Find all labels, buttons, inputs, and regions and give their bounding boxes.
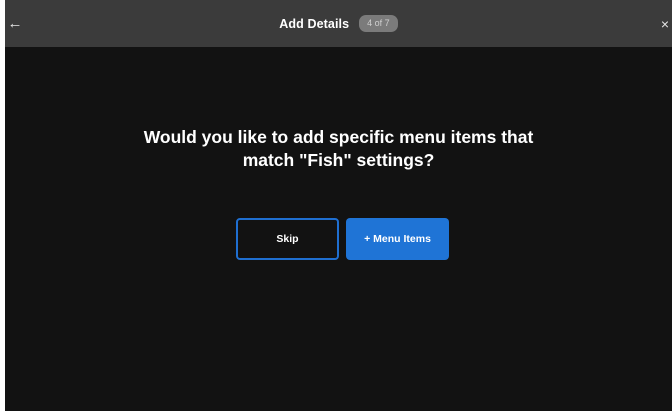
prompt-question: Would you like to add specific menu item… xyxy=(5,126,672,172)
skip-button-label: Skip xyxy=(276,233,299,245)
header-title-group: Add Details 4 of 7 xyxy=(5,0,672,47)
prompt-line-1: Would you like to add specific menu item… xyxy=(143,127,534,147)
header-bar: Add Details 4 of 7 ← × xyxy=(5,0,672,47)
skip-button[interactable]: Skip xyxy=(236,218,339,260)
dialog-screen: Add Details 4 of 7 ← × Would you like to… xyxy=(5,0,672,411)
add-menu-items-label: + Menu Items xyxy=(364,233,431,245)
page-title: Add Details xyxy=(279,16,350,31)
back-arrow-icon[interactable]: ← xyxy=(5,12,25,36)
step-badge: 4 of 7 xyxy=(359,15,398,32)
add-menu-items-button[interactable]: + Menu Items xyxy=(346,218,449,260)
prompt-line-2: match "Fish" settings? xyxy=(242,150,435,170)
close-icon[interactable]: × xyxy=(658,12,672,36)
